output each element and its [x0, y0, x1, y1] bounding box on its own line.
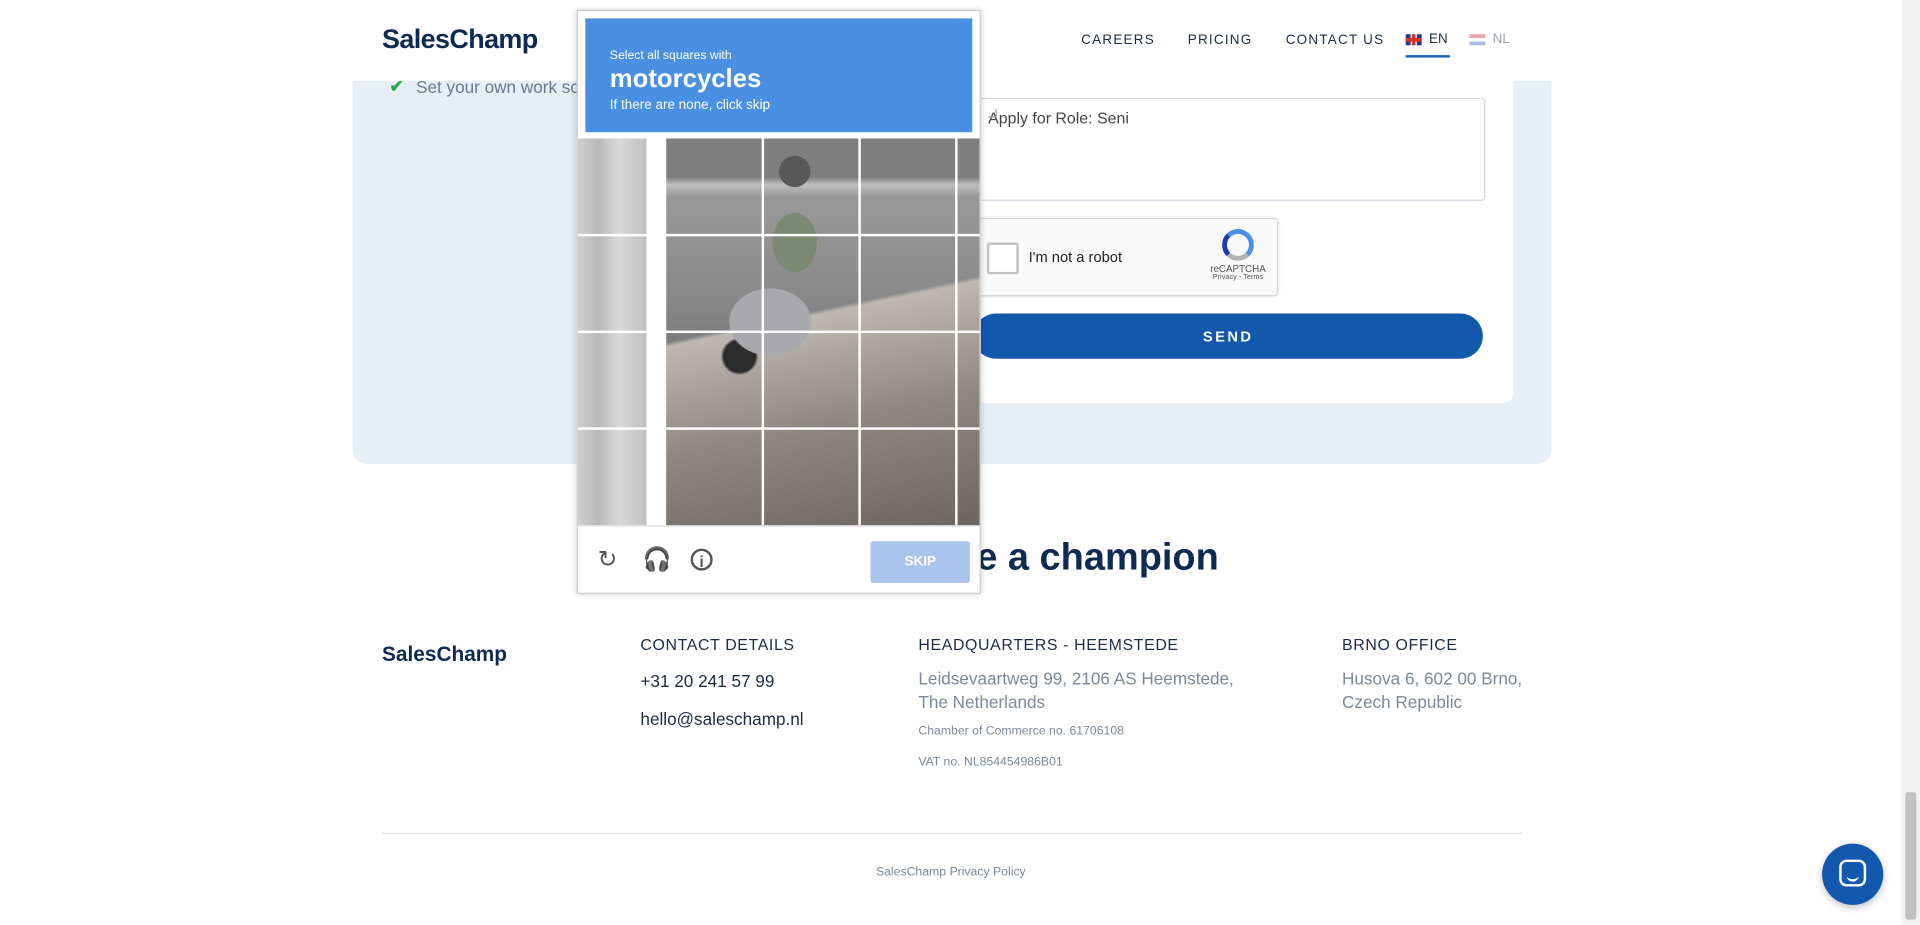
- footer-logo[interactable]: SalesChamp: [382, 643, 507, 667]
- recaptcha-label: I'm not a robot: [1028, 248, 1123, 266]
- challenge-footer: ↻ 🎧 i SKIP: [577, 525, 980, 594]
- footer-divider: [382, 832, 1523, 834]
- nav-careers[interactable]: CAREERS: [1081, 33, 1155, 48]
- challenge-image-grid: [577, 138, 980, 526]
- chat-launcher-button[interactable]: [1822, 843, 1884, 905]
- resize-handle[interactable]: [988, 108, 997, 118]
- captcha-tile[interactable]: [666, 138, 762, 234]
- contact-email[interactable]: hello@saleschamp.nl: [640, 709, 803, 729]
- recaptcha-brand: reCAPTCHA: [1210, 263, 1266, 275]
- captcha-tile[interactable]: [666, 430, 762, 526]
- hq-title: HEADQUARTERS - HEEMSTEDE: [918, 635, 1179, 654]
- scrollbar-thumb[interactable]: [1905, 792, 1917, 920]
- privacy-policy-link[interactable]: SalesChamp Privacy Policy: [0, 866, 1902, 879]
- captcha-tile[interactable]: [578, 430, 647, 526]
- language-nl[interactable]: NL: [1469, 31, 1510, 47]
- message-textarea[interactable]: Apply for Role: Seni: [973, 97, 1486, 201]
- captcha-tile[interactable]: [578, 138, 647, 234]
- page: ✔ Set your own work sc Apply for Role: S…: [0, 0, 1920, 925]
- captcha-tile[interactable]: [764, 138, 858, 234]
- challenge-banner: Select all squares with motorcycles If t…: [585, 18, 973, 133]
- info-icon[interactable]: i: [690, 548, 713, 571]
- captcha-tile[interactable]: [666, 333, 762, 427]
- message-value: Apply for Role: Seni: [988, 108, 1129, 128]
- uk-flag-icon: [1405, 33, 1422, 45]
- recaptcha-links[interactable]: Privacy - Terms: [1209, 274, 1268, 281]
- hq-address-line2: The Netherlands: [918, 691, 1046, 712]
- header-logo[interactable]: SalesChamp: [382, 23, 538, 55]
- challenge-target: motorcycles: [609, 64, 762, 94]
- language-en[interactable]: EN: [1405, 31, 1451, 58]
- chamber-of-commerce: Chamber of Commerce no. 61706108: [918, 724, 1124, 739]
- headphones-icon[interactable]: 🎧: [643, 548, 672, 573]
- captcha-tile[interactable]: [861, 138, 955, 234]
- nav-contact-us[interactable]: CONTACT US: [1286, 33, 1385, 48]
- captcha-tile[interactable]: [764, 333, 858, 427]
- captcha-tile[interactable]: [578, 236, 647, 330]
- nl-flag-icon: [1469, 33, 1486, 45]
- page-scrollbar[interactable]: [1901, 0, 1920, 925]
- reload-icon[interactable]: ↻: [595, 548, 619, 573]
- chat-icon: [1839, 859, 1867, 887]
- captcha-tile[interactable]: [764, 430, 858, 526]
- section-heading: ke a champion: [955, 535, 1219, 578]
- recaptcha-checkbox[interactable]: [986, 242, 1019, 275]
- captcha-tile[interactable]: [861, 333, 955, 427]
- send-button[interactable]: SEND: [973, 313, 1483, 359]
- recaptcha-icon: [1222, 228, 1254, 261]
- captcha-challenge: Select all squares with motorcycles If t…: [576, 9, 981, 594]
- challenge-instruction: Select all squares with: [609, 48, 732, 63]
- captcha-tile[interactable]: [764, 236, 858, 330]
- recaptcha-widget: I'm not a robot reCAPTCHA Privacy - Term…: [975, 217, 1279, 297]
- captcha-tile[interactable]: [861, 236, 955, 330]
- hq-address-line1: Leidsevaartweg 99, 2106 AS Heemstede,: [918, 668, 1234, 689]
- captcha-tile[interactable]: [861, 430, 955, 526]
- challenge-hint: If there are none, click skip: [609, 97, 771, 113]
- nav-pricing[interactable]: PRICING: [1188, 33, 1253, 48]
- language-nl-label: NL: [1492, 31, 1510, 47]
- skip-button[interactable]: SKIP: [870, 541, 970, 583]
- contact-title: CONTACT DETAILS: [640, 635, 795, 654]
- recaptcha-logo: reCAPTCHA Privacy - Terms: [1209, 228, 1268, 282]
- captcha-tile[interactable]: [578, 333, 647, 427]
- language-en-label: EN: [1428, 31, 1448, 47]
- brno-title: BRNO OFFICE: [1342, 635, 1458, 654]
- contact-phone[interactable]: +31 20 241 57 99: [640, 671, 774, 691]
- brno-address-line2: Czech Republic: [1342, 691, 1463, 712]
- captcha-tile[interactable]: [666, 236, 762, 330]
- brno-address-line1: Husova 6, 602 00 Brno,: [1342, 668, 1523, 689]
- vat-number: VAT no. NL854454986B01: [918, 755, 1063, 769]
